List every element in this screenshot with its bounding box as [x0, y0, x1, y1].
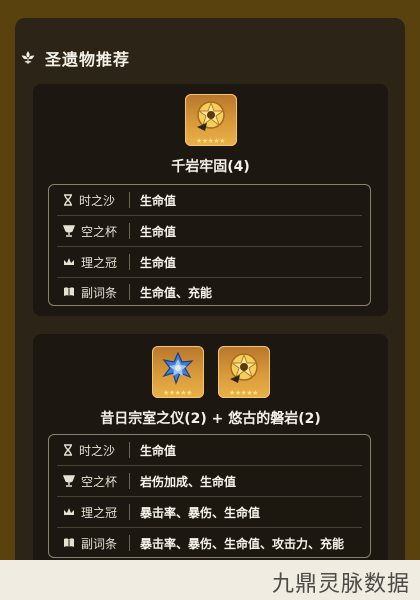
stat-table: 时之沙 生命值 空之杯 岩伤加成、生命值 理之冠 暴击率、暴伤、生命值 副词条 … [48, 434, 371, 558]
table-row: 理之冠 暴击率、暴伤、生命值 [49, 497, 370, 527]
table-row: 空之杯 生命值 [49, 216, 370, 246]
rarity-stars: ★★★★★ [196, 137, 225, 145]
column-divider [129, 284, 130, 300]
hourglass-icon [64, 444, 72, 456]
slot-name: 理之冠 [81, 505, 118, 520]
slot-label: 空之杯 [49, 473, 129, 490]
table-row: 副词条 生命值、充能 [49, 277, 370, 307]
stat-value: 生命值 [140, 193, 177, 208]
rarity-stars: ★★★★★ [163, 389, 192, 397]
stat-table: 时之沙 生命值 空之杯 生命值 理之冠 生命值 副词条 生命值、充能 [48, 184, 371, 306]
slot-label: 理之冠 [49, 254, 129, 271]
section-header: 圣遗物推荐 [20, 46, 130, 70]
column-divider [129, 504, 130, 520]
goblet-icon [63, 475, 75, 487]
book-icon [64, 287, 74, 296]
watermark-banner: 九鼎灵脉数据 [0, 560, 420, 600]
flower-icon [21, 51, 35, 64]
stat-value: 生命值、充能 [140, 285, 213, 300]
column-divider [129, 192, 130, 208]
rarity-stars: ★★★★★ [229, 389, 258, 397]
book-icon [64, 538, 74, 547]
set-name: 昔日宗室之仪(2) + 悠古的磐岩(2) [100, 411, 321, 427]
stat-value: 生命值 [140, 443, 177, 458]
column-divider [129, 473, 130, 489]
slot-name: 时之沙 [79, 443, 116, 458]
table-row: 时之沙 生命值 [49, 435, 370, 465]
slot-name: 副词条 [81, 285, 118, 300]
table-row: 时之沙 生命值 [49, 185, 370, 215]
slot-label: 时之沙 [49, 192, 129, 209]
crown-icon [64, 508, 74, 515]
slot-label: 理之冠 [49, 504, 129, 521]
crown-icon [64, 258, 74, 265]
golden-flower-artifact-icon[interactable]: ★★★★★ [184, 94, 237, 146]
goblet-icon [63, 225, 75, 237]
set-name: 千岩牢固(4) [171, 159, 250, 175]
artifact-icon-row: ★★★★★ ★★★★★ [33, 346, 388, 398]
column-divider [129, 223, 130, 239]
table-row: 理之冠 生命值 [49, 247, 370, 277]
table-row: 副词条 暴击率、暴伤、生命值、攻击力、充能 [49, 528, 370, 557]
page: 圣遗物推荐 ★★★★★ 千岩牢固(4) 时之沙 生命值 空之杯 生命值 理之冠 … [0, 0, 420, 600]
slot-name: 空之杯 [81, 224, 118, 239]
stat-value: 暴击率、暴伤、生命值 [140, 505, 261, 520]
stat-value: 暴击率、暴伤、生命值、攻击力、充能 [140, 536, 345, 551]
artifact-set-card: ★★★★★ 千岩牢固(4) 时之沙 生命值 空之杯 生命值 理之冠 生命值 副词… [33, 84, 388, 316]
golden-flower-artifact-icon[interactable]: ★★★★★ [217, 346, 270, 398]
column-divider [129, 254, 130, 270]
slot-name: 空之杯 [81, 474, 118, 489]
stat-value: 岩伤加成、生命值 [140, 474, 237, 489]
slot-label: 副词条 [49, 535, 129, 552]
slot-name: 副词条 [81, 536, 118, 551]
watermark-text: 九鼎灵脉数据 [271, 572, 410, 597]
section-title: 圣遗物推荐 [45, 50, 131, 69]
slot-label: 副词条 [49, 284, 129, 301]
hourglass-icon [64, 194, 72, 206]
slot-name: 时之沙 [79, 193, 116, 208]
column-divider [129, 535, 130, 551]
slot-name: 理之冠 [81, 255, 118, 270]
slot-label: 时之沙 [49, 442, 129, 459]
stat-value: 生命值 [140, 224, 177, 239]
table-row: 空之杯 岩伤加成、生命值 [49, 466, 370, 496]
stat-value: 生命值 [140, 255, 177, 270]
artifact-icon-row: ★★★★★ [33, 94, 388, 146]
slot-label: 空之杯 [49, 223, 129, 240]
blue-flower-artifact-icon[interactable]: ★★★★★ [151, 346, 204, 398]
column-divider [129, 442, 130, 458]
